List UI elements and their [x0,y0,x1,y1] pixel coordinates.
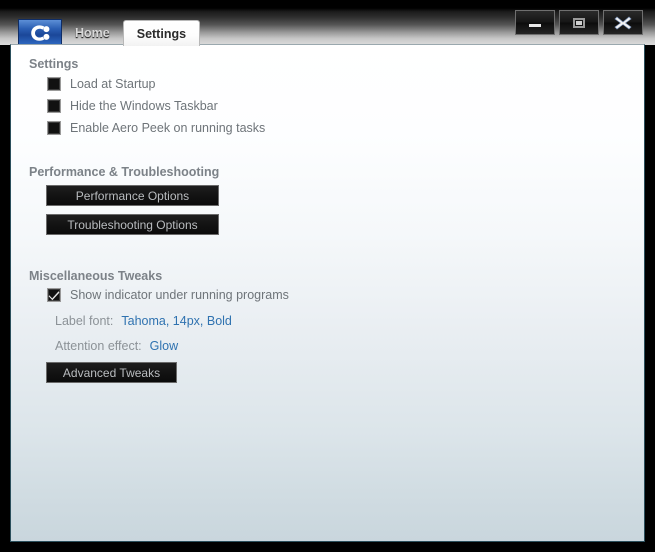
label-font-caption: Label font: [55,314,114,328]
checkbox-label-show-indicator: Show indicator under running programs [70,288,289,302]
checkbox-row-load-at-startup[interactable]: Load at Startup [47,77,155,91]
check-mark-icon [48,290,60,300]
attention-effect-caption: Attention effect: [55,339,142,353]
title-bar: Home Settings [0,0,655,46]
troubleshooting-options-button[interactable]: Troubleshooting Options [46,214,219,235]
close-button[interactable] [603,10,643,35]
tab-home[interactable]: Home [62,21,123,45]
checkbox-label-aero-peek: Enable Aero Peek on running tasks [70,121,266,135]
window-controls [515,10,643,35]
section-header-settings: Settings [29,57,79,71]
app-logo-icon [31,24,50,41]
advanced-tweaks-label: Advanced Tweaks [62,365,161,380]
tab-settings-label: Settings [136,26,187,41]
label-font-value-link[interactable]: Tahoma, 14px, Bold [121,314,232,328]
section-header-performance: Performance & Troubleshooting [29,165,220,179]
advanced-tweaks-button[interactable]: Advanced Tweaks [46,362,177,383]
tab-settings[interactable]: Settings [122,20,201,46]
troubleshooting-options-label: Troubleshooting Options [67,217,198,232]
section-header-misc: Miscellaneous Tweaks [29,269,163,283]
performance-options-button[interactable]: Performance Options [46,185,219,206]
checkbox-row-show-indicator[interactable]: Show indicator under running programs [47,288,289,302]
checkbox-row-hide-taskbar[interactable]: Hide the Windows Taskbar [47,99,218,113]
close-icon [614,16,632,29]
checkbox-load-at-startup[interactable] [47,77,61,91]
minimize-icon [529,23,541,27]
checkbox-hide-taskbar[interactable] [47,99,61,113]
performance-options-label: Performance Options [75,188,190,203]
checkbox-aero-peek[interactable] [47,121,61,135]
checkbox-show-indicator[interactable] [47,288,61,302]
tab-strip: Home Settings [18,19,201,46]
content-panel: Settings Load at Startup Hide the Window… [10,44,645,542]
tab-home-label: Home [75,26,110,40]
attention-effect-row: Attention effect: Glow [55,339,178,353]
checkbox-row-aero-peek[interactable]: Enable Aero Peek on running tasks [47,121,265,135]
maximize-icon [573,17,585,28]
maximize-button[interactable] [559,10,599,35]
label-font-row: Label font: Tahoma, 14px, Bold [55,314,232,328]
minimize-button[interactable] [515,10,555,35]
checkbox-label-load-at-startup: Load at Startup [70,77,156,91]
attention-effect-value-link[interactable]: Glow [150,339,178,353]
application-window: Home Settings Settings Load at Startup H… [0,0,655,552]
checkbox-label-hide-taskbar: Hide the Windows Taskbar [70,99,218,113]
app-logo-button[interactable] [18,19,62,45]
